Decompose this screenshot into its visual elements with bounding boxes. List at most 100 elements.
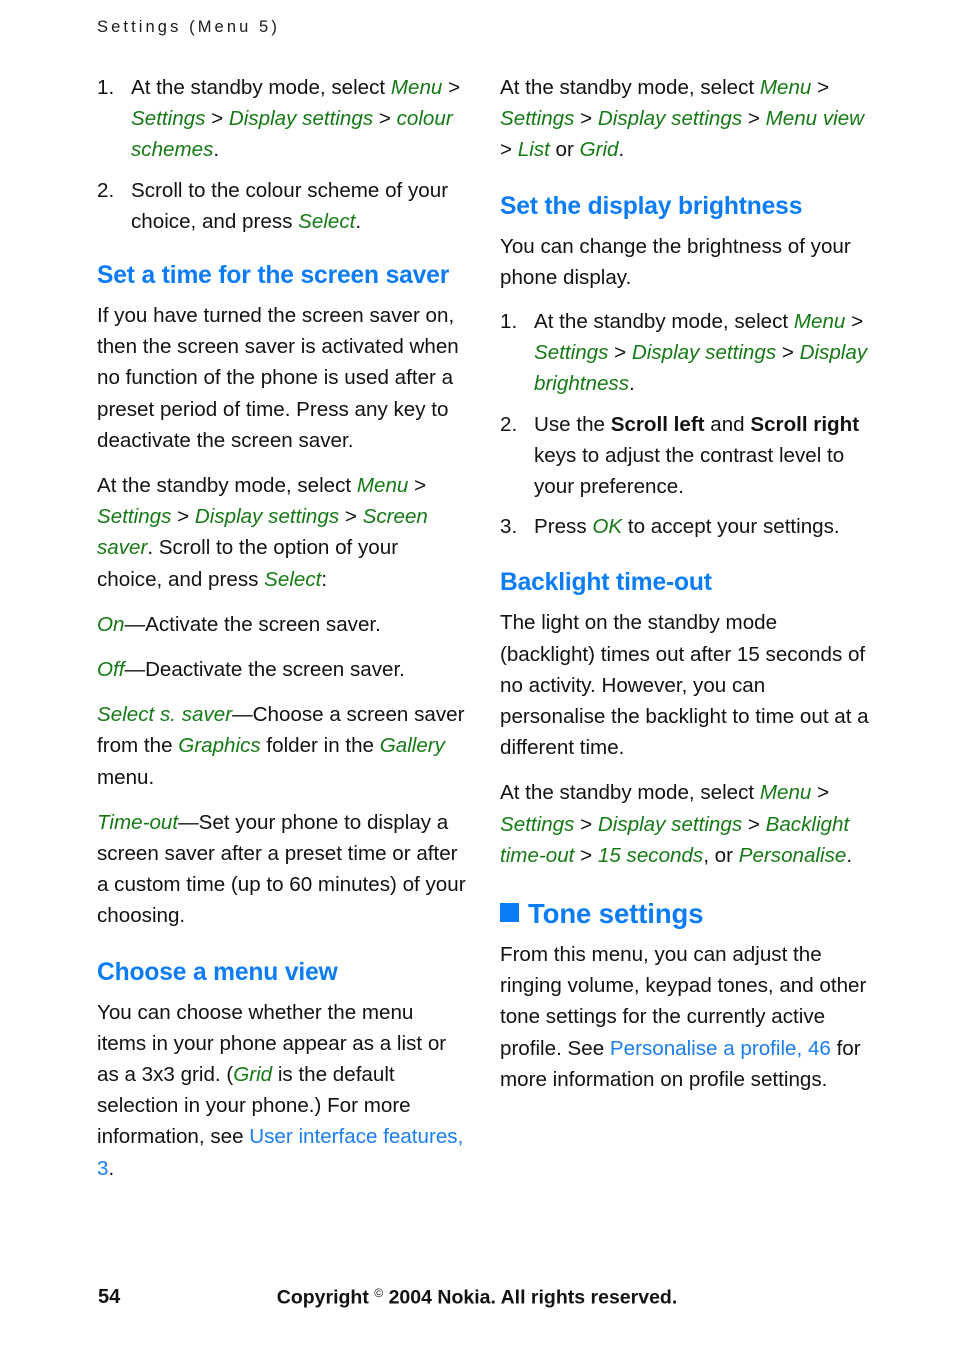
backlight-path-paragraph: At the standby mode, select Menu > Setti… bbox=[500, 777, 869, 871]
body-text: > bbox=[171, 505, 195, 529]
ui-term: Gallery bbox=[379, 734, 445, 758]
ui-term: Menu bbox=[356, 474, 409, 498]
body-text: > bbox=[339, 505, 363, 529]
numbered-step: Press OK to accept your settings. bbox=[500, 511, 869, 542]
ui-term: Menu bbox=[390, 76, 443, 99]
body-text: > bbox=[500, 138, 518, 162]
body-text: Use the bbox=[534, 412, 611, 436]
heading-tone-settings-label: Tone settings bbox=[528, 898, 704, 930]
heading-backlight-time-out: Backlight time-out bbox=[500, 569, 712, 597]
body-text: Press bbox=[534, 515, 593, 539]
body-text: to accept your settings. bbox=[622, 515, 840, 539]
ui-term: Select bbox=[264, 567, 322, 591]
ui-term: Settings bbox=[131, 107, 206, 131]
ui-term: On bbox=[97, 612, 125, 636]
body-text: . bbox=[355, 209, 362, 233]
body-text: Scroll to the colour scheme of your choi… bbox=[131, 178, 449, 233]
ui-term: Select s. saver bbox=[97, 703, 233, 727]
screen-saver-option-time-out: Time-out—Set your phone to display a scr… bbox=[97, 807, 466, 932]
body-text: > bbox=[742, 812, 766, 836]
heading-tone-settings: Tone settings bbox=[500, 897, 869, 931]
manual-page: Settings (Menu 5) At the standby mode, s… bbox=[0, 0, 954, 1353]
cross-reference-link[interactable]: Personalise a profile, 46 bbox=[610, 1037, 831, 1060]
left-column: At the standby mode, select Menu > Setti… bbox=[97, 72, 466, 1198]
ui-term: Grid bbox=[579, 138, 619, 162]
backlight-intro-paragraph: The light on the standby mode (backlight… bbox=[500, 611, 869, 760]
tone-settings-body-paragraph: From this menu, you can adjust the ringi… bbox=[500, 939, 869, 1095]
body-text: > bbox=[742, 107, 766, 131]
body-text: At the standby mode, select bbox=[97, 474, 357, 498]
body-text: . bbox=[108, 1156, 115, 1180]
body-text: > bbox=[408, 474, 427, 498]
square-bullet-icon bbox=[500, 903, 519, 923]
screen-saver-option-on: On—Activate the screen saver. bbox=[97, 609, 466, 640]
key-name: Scroll left bbox=[610, 412, 705, 436]
page-footer: 54 Copyright © 2004 Nokia. All rights re… bbox=[0, 1286, 954, 1316]
menu-view-path-paragraph: At the standby mode, select Menu > Setti… bbox=[500, 72, 869, 166]
body-text: > bbox=[574, 812, 598, 836]
numbered-step: At the standby mode, select Menu > Setti… bbox=[500, 306, 869, 400]
ui-term: List bbox=[517, 138, 550, 162]
right-column: At the standby mode, select Menu > Setti… bbox=[500, 72, 869, 1198]
body-text: At the standby mode, select bbox=[131, 76, 391, 99]
body-text: > bbox=[811, 781, 830, 805]
ui-term: Menu view bbox=[765, 107, 865, 131]
ui-term: Display settings bbox=[631, 341, 777, 365]
ui-term: Display settings bbox=[597, 812, 743, 836]
screen-saver-path-paragraph: At the standby mode, select Menu > Setti… bbox=[97, 470, 466, 595]
menu-view-body-paragraph: You can choose whether the menu items in… bbox=[97, 997, 466, 1184]
body-text: or bbox=[549, 138, 580, 162]
ui-term: Grid bbox=[233, 1063, 273, 1087]
brightness-intro-paragraph: You can change the brightness of your ph… bbox=[500, 234, 851, 289]
running-head: Settings (Menu 5) bbox=[97, 18, 280, 36]
ui-term: Time-out bbox=[97, 810, 179, 834]
ui-term: Display settings bbox=[597, 107, 743, 131]
body-text: At the standby mode, select bbox=[534, 310, 794, 334]
ui-term: Off bbox=[97, 658, 125, 682]
heading-set-the-display-brightness: Set the display brightness bbox=[500, 192, 803, 220]
heading-choose-a-menu-view: Choose a menu view bbox=[97, 958, 338, 986]
ui-term: Menu bbox=[759, 781, 812, 805]
heading-set-a-time-for-the-screen-saver: Set a time for the screen saver bbox=[97, 262, 450, 290]
ui-term: Select bbox=[298, 209, 356, 233]
ui-term: Settings bbox=[97, 505, 172, 529]
body-text: , or bbox=[703, 843, 739, 867]
copyright-prefix: Copyright bbox=[276, 1286, 375, 1309]
screen-saver-intro-paragraph: If you have turned the screen saver on, … bbox=[97, 304, 459, 452]
colour-scheme-steps: At the standby mode, select Menu > Setti… bbox=[97, 72, 466, 237]
numbered-step: At the standby mode, select Menu > Setti… bbox=[97, 72, 466, 166]
ui-term: Settings bbox=[500, 107, 575, 131]
screen-saver-option-off: Off—Deactivate the screen saver. bbox=[97, 654, 466, 685]
body-text: > bbox=[608, 341, 632, 365]
body-text: folder in the bbox=[260, 734, 380, 758]
body-text: > bbox=[776, 341, 800, 365]
screen-saver-option-select-s-saver: Select s. saver—Choose a screen saver fr… bbox=[97, 699, 466, 793]
body-text: . bbox=[213, 138, 220, 162]
ui-term: Settings bbox=[534, 341, 609, 365]
ui-term: Display settings bbox=[194, 505, 340, 529]
body-text: —Deactivate the screen saver. bbox=[124, 658, 405, 682]
ui-term: Display settings bbox=[228, 107, 374, 131]
ui-term: OK bbox=[592, 515, 623, 539]
body-text: : bbox=[321, 567, 328, 591]
body-text: At the standby mode, select bbox=[500, 781, 760, 805]
body-text: > bbox=[845, 310, 864, 334]
body-text: menu. bbox=[97, 765, 155, 789]
body-text: > bbox=[574, 107, 598, 131]
ui-term: Graphics bbox=[178, 734, 261, 758]
ui-term: Menu bbox=[793, 310, 846, 334]
numbered-step: Use the Scroll left and Scroll right key… bbox=[500, 409, 869, 503]
ui-term: Settings bbox=[500, 812, 575, 836]
ui-term: Personalise bbox=[738, 843, 847, 867]
body-text: . bbox=[846, 843, 853, 867]
body-text: > bbox=[811, 76, 830, 99]
brightness-steps: At the standby mode, select Menu > Setti… bbox=[500, 306, 869, 543]
body-text: > bbox=[574, 843, 598, 867]
body-text: —Activate the screen saver. bbox=[124, 612, 381, 636]
body-text: . bbox=[629, 372, 635, 396]
body-text: > bbox=[205, 107, 229, 131]
key-name: Scroll right bbox=[750, 412, 860, 436]
body-text: At the standby mode, select bbox=[500, 76, 760, 99]
body-text: keys to adjust the contrast level to you… bbox=[534, 443, 845, 499]
body-text: > bbox=[442, 76, 461, 99]
